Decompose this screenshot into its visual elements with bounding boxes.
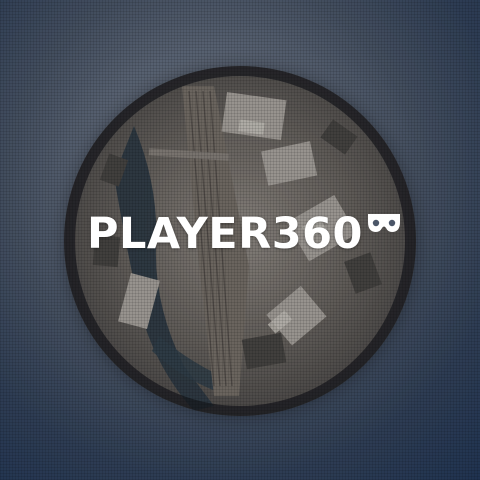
logo-text: PLAYER360 [87,209,363,259]
vr-headset-icon [367,214,400,232]
player360-logo: PLAYER360 [87,208,402,260]
splash-screen: PLAYER360 [0,0,480,480]
